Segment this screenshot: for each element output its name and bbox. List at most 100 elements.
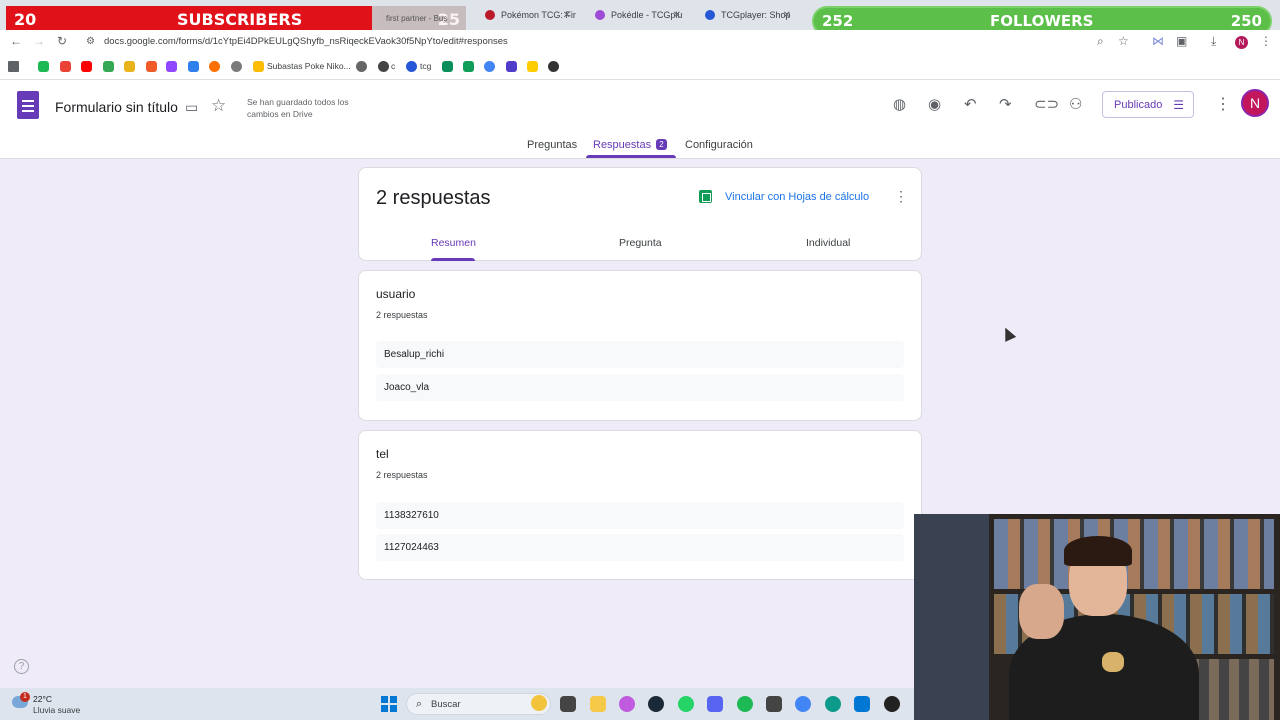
- chrome-icon[interactable]: [795, 696, 811, 712]
- tab-close-icon[interactable]: ✕: [673, 10, 681, 21]
- redo-icon[interactable]: ↷: [999, 95, 1012, 113]
- bookmark-icon[interactable]: [188, 61, 199, 72]
- bookmark-icon[interactable]: [548, 61, 559, 72]
- link-sheets-button[interactable]: Vincular con Hojas de cálculo: [725, 191, 869, 203]
- subtab-resumen[interactable]: Resumen: [431, 237, 476, 249]
- tab-favicon-icon: [705, 10, 715, 20]
- browser-menu-icon[interactable]: ⋮: [1260, 34, 1272, 48]
- browser-tab[interactable]: TCGplayer: Shop ✕: [697, 4, 797, 26]
- tab-respuestas[interactable]: Respuestas: [593, 139, 651, 151]
- question-summary-card: usuario 2 respuestas Besalup_richi Joaco…: [358, 270, 922, 421]
- bookmark-label[interactable]: tcg: [420, 61, 431, 71]
- browser-tab[interactable]: Pokémon TCG: Fir ✕: [477, 4, 577, 26]
- obs-icon[interactable]: [884, 696, 900, 712]
- help-icon[interactable]: ?: [14, 659, 29, 674]
- terminal-icon[interactable]: [560, 696, 576, 712]
- answer-row: 1127024463: [376, 534, 904, 561]
- tab-close-icon[interactable]: ✕: [783, 10, 791, 21]
- followers-count: 252: [822, 12, 854, 30]
- weather-temperature[interactable]: 22°C: [33, 694, 52, 704]
- windows-start-icon[interactable]: [381, 696, 397, 712]
- reload-icon[interactable]: ↻: [57, 34, 67, 48]
- bookmark-icon[interactable]: [253, 61, 264, 72]
- palette-icon[interactable]: ◍: [893, 95, 906, 113]
- bookmark-icon[interactable]: [484, 61, 495, 72]
- bookmark-label[interactable]: Subastas Poke Niko...: [267, 61, 351, 71]
- taskbar-search[interactable]: ⌕ Buscar: [406, 693, 551, 715]
- subtab-individual[interactable]: Individual: [806, 237, 850, 249]
- tab-configuracion[interactable]: Configuración: [685, 139, 753, 151]
- bookmark-icon[interactable]: [60, 61, 71, 72]
- tab-title[interactable]: first partner - Bus: [386, 14, 447, 23]
- address-bar: ← → ↻ ⚙ docs.google.com/forms/d/1cYtpEi4…: [0, 30, 1280, 54]
- bookmark-icon[interactable]: [463, 61, 474, 72]
- active-tab-indicator: [586, 155, 676, 158]
- sheets-icon[interactable]: [699, 190, 712, 203]
- bookmark-icon[interactable]: [81, 61, 92, 72]
- file-explorer-icon[interactable]: [590, 696, 606, 712]
- star-icon[interactable]: ☆: [211, 96, 226, 116]
- extensions-puzzle-icon[interactable]: ▣: [1176, 34, 1187, 48]
- question-title: tel: [376, 447, 389, 461]
- folder-icon[interactable]: ▭: [185, 99, 198, 116]
- download-icon[interactable]: ⤓: [1211, 34, 1216, 49]
- calculator-icon[interactable]: [766, 696, 782, 712]
- form-title[interactable]: Formulario sin título: [55, 99, 178, 115]
- responses-count-badge: 2: [656, 139, 667, 150]
- tab-close-icon[interactable]: ✕: [563, 10, 571, 21]
- zoom-icon[interactable]: ⌕: [1097, 34, 1104, 49]
- tab-favicon-icon: [485, 10, 495, 20]
- tab-preguntas[interactable]: Preguntas: [527, 139, 577, 151]
- google-forms-logo-icon[interactable]: [17, 91, 39, 119]
- bookmark-star-icon[interactable]: ☆: [1118, 34, 1129, 48]
- site-info-icon[interactable]: ⚙: [86, 36, 95, 47]
- browser-tab[interactable]: Pokédle - TCGplu ✕: [587, 4, 687, 26]
- bookmark-icon[interactable]: [406, 61, 417, 72]
- webcam-person: [1064, 536, 1132, 566]
- url-field[interactable]: docs.google.com/forms/d/1cYtpEi4DPkEULgQ…: [104, 36, 508, 47]
- edge-icon[interactable]: [825, 696, 841, 712]
- followers-goal: 250: [1230, 12, 1262, 30]
- browser-profile-avatar[interactable]: N: [1235, 36, 1248, 49]
- add-collaborator-icon[interactable]: ⚇: [1069, 95, 1082, 113]
- bookmark-icon[interactable]: [231, 61, 242, 72]
- preview-eye-icon[interactable]: ◉: [928, 95, 941, 113]
- publish-button[interactable]: Publicado ☰: [1102, 91, 1194, 118]
- undo-icon[interactable]: ↶: [964, 95, 977, 113]
- bookmarks-bar: Subastas Poke Niko... c tcg: [0, 54, 1280, 80]
- bookmark-icon[interactable]: [146, 61, 157, 72]
- bookmark-icon[interactable]: [124, 61, 135, 72]
- bookmark-icon[interactable]: [378, 61, 389, 72]
- steam-icon[interactable]: [648, 696, 664, 712]
- bookmark-icon[interactable]: [166, 61, 177, 72]
- subtab-pregunta[interactable]: Pregunta: [619, 237, 662, 249]
- weather-description[interactable]: Lluvia suave: [33, 705, 80, 715]
- bookmark-icon[interactable]: [356, 61, 367, 72]
- apps-grid-icon[interactable]: [8, 61, 19, 72]
- bookmark-icon[interactable]: [38, 61, 49, 72]
- webcam-background: [994, 519, 1274, 589]
- whatsapp-icon[interactable]: [678, 696, 694, 712]
- link-icon[interactable]: ⊂⊃: [1034, 95, 1059, 113]
- avatar[interactable]: N: [1241, 89, 1269, 117]
- photos-icon[interactable]: [854, 696, 870, 712]
- bookmark-icon[interactable]: [209, 61, 220, 72]
- forms-header: Formulario sin título ▭ ☆ Se han guardad…: [0, 80, 1280, 159]
- extension-icon[interactable]: ⋈: [1152, 34, 1164, 48]
- bookmark-icon[interactable]: [527, 61, 538, 72]
- bookmark-icon[interactable]: [103, 61, 114, 72]
- bookmark-label[interactable]: c: [391, 61, 395, 71]
- bookmark-icon[interactable]: [442, 61, 453, 72]
- answer-row: 1138327610: [376, 502, 904, 529]
- webcam-overlay: [914, 514, 1280, 720]
- bookmark-icon[interactable]: [506, 61, 517, 72]
- spotify-icon[interactable]: [737, 696, 753, 712]
- forward-icon[interactable]: →: [33, 34, 45, 48]
- back-icon[interactable]: ←: [10, 34, 22, 48]
- widgets-icon[interactable]: [531, 695, 547, 711]
- more-options-icon[interactable]: ⋮: [1215, 94, 1231, 114]
- responses-more-icon[interactable]: ⋮: [894, 188, 908, 205]
- answer-row: Joaco_vla: [376, 374, 904, 401]
- discord-icon[interactable]: [707, 696, 723, 712]
- copilot-icon[interactable]: [619, 696, 635, 712]
